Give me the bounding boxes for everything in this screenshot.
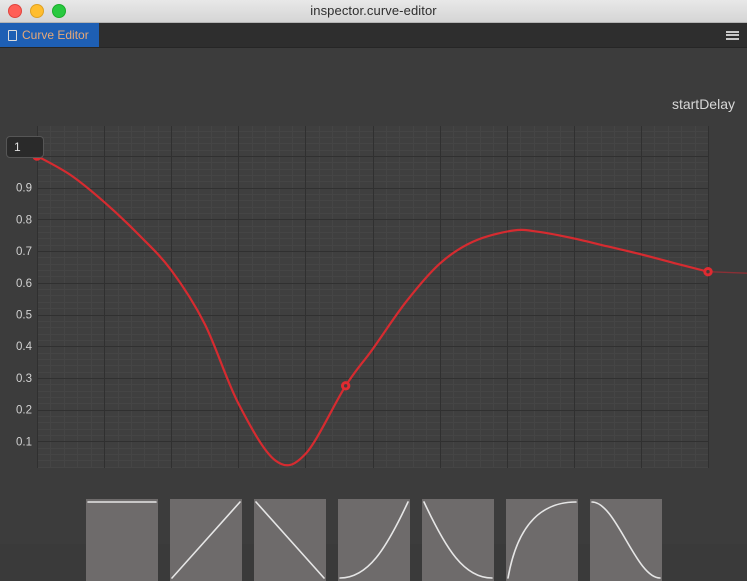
tab-bar: Curve Editor: [0, 23, 747, 48]
curve-plot-svg[interactable]: 0.90.80.70.60.50.40.30.20.10 00.10.20.30…: [0, 73, 747, 468]
y-tick-label: 0.3: [16, 373, 32, 385]
y-tick-label: 0.1: [16, 436, 32, 448]
curve-preset-strip: [86, 499, 662, 581]
preset-ease-in-out-curve: [591, 501, 661, 579]
preset-linear-in[interactable]: [170, 499, 242, 581]
tab-curve-editor-label: Curve Editor: [22, 28, 89, 42]
preset-ease-out-quad[interactable]: [506, 499, 578, 581]
y-tick-label: 0.4: [16, 341, 33, 353]
preset-ease-out-curve: [423, 501, 493, 579]
preset-ease-out-thumbnail: [423, 501, 493, 579]
preset-ease-out-quad-thumbnail: [507, 501, 577, 579]
preset-linear-out-thumbnail: [255, 501, 325, 579]
maximize-window-button[interactable]: [52, 4, 66, 18]
preset-ease-in-curve: [339, 501, 409, 579]
window-title: inspector.curve-editor: [310, 3, 437, 18]
preset-linear-out-curve: [255, 501, 325, 579]
y-tick-label: 0.8: [16, 214, 32, 226]
tab-bar-spacer: [99, 23, 717, 47]
preset-ease-in-thumbnail: [339, 501, 409, 579]
y-tick-label: 0.2: [16, 405, 32, 417]
control-point-center: [343, 384, 348, 388]
hamburger-menu-icon[interactable]: [717, 23, 747, 47]
y-tick-label: 0.6: [16, 278, 32, 290]
preset-constant-thumbnail: [87, 501, 157, 503]
document-icon: [8, 29, 17, 41]
y-tick-label: 0.5: [16, 310, 32, 322]
curve-plot-area[interactable]: 0.90.80.70.60.50.40.30.20.10 00.10.20.30…: [0, 73, 747, 468]
minimize-window-button[interactable]: [30, 4, 44, 18]
preset-ease-in-out[interactable]: [590, 499, 662, 581]
y-value-input[interactable]: [6, 136, 44, 158]
hamburger-bar: [725, 37, 739, 40]
preset-linear-in-thumbnail: [171, 501, 241, 579]
preset-linear-out[interactable]: [254, 499, 326, 581]
y-tick-label: 0.7: [16, 246, 32, 258]
preset-linear-in-curve: [171, 501, 241, 579]
y-axis-tick-labels: 0.90.80.70.60.50.40.30.20.10: [16, 183, 33, 449]
y-tick-label: 0.9: [16, 183, 32, 195]
preset-ease-out[interactable]: [422, 499, 494, 581]
window-titlebar: inspector.curve-editor: [0, 0, 747, 23]
hamburger-bar: [725, 34, 739, 36]
traffic-light-buttons: [8, 0, 66, 22]
control-point-center: [706, 270, 710, 274]
hamburger-bar: [725, 30, 739, 33]
preset-ease-in[interactable]: [338, 499, 410, 581]
tab-curve-editor[interactable]: Curve Editor: [0, 23, 99, 47]
preset-ease-in-out-thumbnail: [591, 501, 661, 579]
close-window-button[interactable]: [8, 4, 22, 18]
curve-tail: [707, 271, 747, 274]
preset-ease-out-quad-curve: [507, 501, 577, 579]
preset-constant[interactable]: [86, 499, 158, 581]
curve-editor-body: startDelay 0.90.80.70.60.50.40.30.20.10 …: [0, 48, 747, 581]
curve-editor-window: inspector.curve-editor Curve Editor star…: [0, 0, 747, 581]
